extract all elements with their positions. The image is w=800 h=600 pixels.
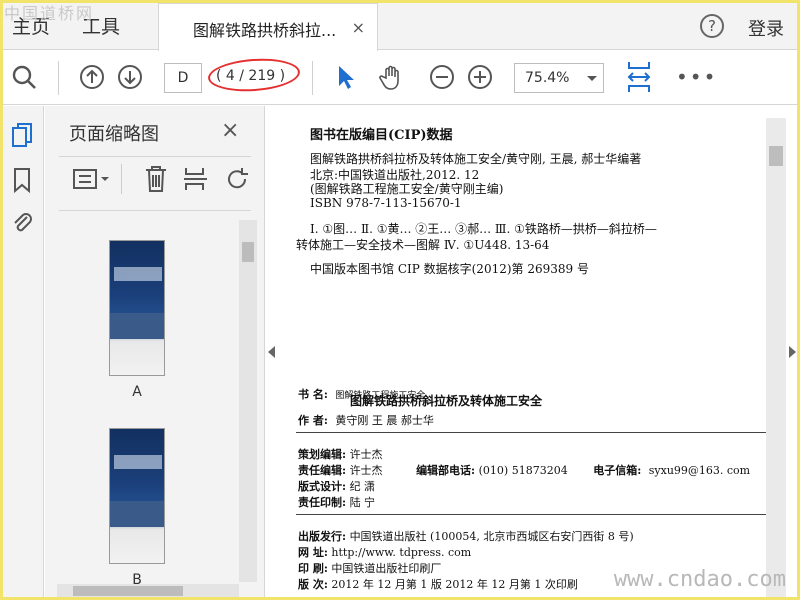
printer-name: 中国铁道出版社印刷厂 — [331, 562, 442, 575]
cip-number: 中国版本图书馆 CIP 数据核字(2012)第 269389 号 — [310, 262, 589, 276]
document-tab-title: 图解铁路拱桥斜拉... — [193, 21, 337, 40]
web-address: http://www. tdpress. com — [331, 546, 472, 559]
scrollbar-thumb[interactable] — [242, 242, 254, 262]
toolbar: D ( 4 / 219 ) 75.4% ••• — [0, 51, 800, 105]
planner-name: 许士杰 — [349, 448, 383, 461]
editor-name: 许士杰 — [349, 464, 383, 477]
document-scrollbar[interactable] — [766, 118, 786, 600]
menu-bar: 主页 工具 图解铁路拱桥斜拉... × ? 登录 — [0, 0, 800, 51]
email-address: syxu99@163. com — [648, 464, 751, 477]
cip-line: (图解铁路工程施工安全/黄守刚主编) — [310, 182, 504, 196]
editor-row: 责任编辑: 许士杰 编辑部电话: (010) 51873204 电子信箱: sy… — [298, 462, 750, 478]
page-number-input[interactable]: D — [164, 63, 202, 93]
page-thumbnails-icon[interactable] — [10, 122, 34, 150]
thumbnail-page-a[interactable]: A — [109, 240, 165, 400]
zoom-select[interactable]: 75.4% — [514, 63, 604, 93]
panel-divider — [59, 156, 251, 157]
thumbnail-image — [109, 240, 165, 376]
cip-line: 图解铁路拱桥斜拉桥及转体施工安全/黄守刚, 王晨, 郝士华编著 — [310, 152, 642, 166]
collapse-panel-icon[interactable] — [268, 346, 275, 358]
divider-line — [296, 432, 766, 433]
scrollbar-thumb[interactable] — [73, 586, 183, 596]
watermark-bottom-right: www.cndao.com — [613, 567, 786, 592]
attachment-icon[interactable] — [10, 208, 34, 236]
bookmark-icon[interactable] — [10, 166, 34, 194]
planner-label: 策划编辑: — [298, 448, 347, 461]
zoom-value: 75.4% — [525, 70, 570, 86]
cip-line: ISBN 978-7-113-15670-1 — [310, 196, 462, 210]
scrollbar-thumb[interactable] — [769, 146, 783, 166]
zoom-out-icon[interactable] — [428, 63, 456, 91]
edition-info: 2012 年 12 月第 1 版 2012 年 12 月第 1 次印刷 — [331, 578, 578, 591]
delete-page-icon[interactable] — [143, 164, 169, 194]
toolbar-separator — [312, 61, 313, 95]
toolbar-separator — [58, 61, 59, 95]
printer-label: 印 刷: — [298, 562, 328, 575]
web-row: 网 址: http://www. tdpress. com — [298, 544, 471, 560]
more-options-icon[interactable]: ••• — [676, 65, 717, 89]
select-cursor-icon[interactable] — [332, 63, 360, 91]
publisher-row: 出版发行: 中国铁道出版社 (100054, 北京市西城区右安门西街 8 号) — [298, 528, 634, 544]
edition-row: 版 次: 2012 年 12 月第 1 版 2012 年 12 月第 1 次印刷 — [298, 576, 578, 592]
author-label: 作 者: — [298, 414, 328, 427]
rotate-icon[interactable] — [225, 166, 251, 192]
left-icon-rail — [0, 106, 44, 600]
thumbnail-options-icon[interactable] — [73, 166, 111, 192]
thumbnail-horizontal-scrollbar[interactable] — [57, 584, 239, 598]
zoom-in-icon[interactable] — [466, 63, 494, 91]
phone-number: (010) 51873204 — [478, 464, 568, 477]
author-names: 黄守刚 王 晨 郝士华 — [335, 414, 434, 427]
book-title: 图解铁路拱桥斜拉桥及转体施工安全 — [350, 394, 543, 408]
thumbnail-page-b[interactable]: B — [109, 428, 165, 588]
print-row: 责任印制: 陆 宁 — [298, 494, 375, 510]
thumbnail-scrollbar[interactable] — [239, 220, 257, 582]
divider-line — [296, 514, 766, 515]
book-series-label: 书 名: — [298, 388, 328, 401]
cip-subject-line: 转体施工—安全技术—图解 Ⅳ. ①U448. 13-64 — [296, 238, 550, 252]
panel-title: 页面缩略图 — [69, 124, 159, 145]
publisher-label: 出版发行: — [298, 530, 347, 543]
thumbnails-panel: 页面缩略图 × A B — [45, 106, 265, 600]
printer-row: 印 刷: 中国铁道出版社印刷厂 — [298, 560, 441, 576]
phone-label: 编辑部电话: — [416, 464, 476, 477]
close-panel-icon[interactable]: × — [221, 118, 239, 143]
chevron-down-icon — [587, 76, 597, 81]
help-icon[interactable]: ? — [700, 14, 724, 38]
web-label: 网 址: — [298, 546, 328, 559]
planner-row: 策划编辑: 许士杰 — [298, 446, 383, 462]
fit-width-icon[interactable] — [624, 60, 654, 94]
editor-label: 责任编辑: — [298, 464, 347, 477]
watermark-top-left: 中国道桥网 — [4, 4, 95, 23]
cip-heading: 图书在版编目(CIP)数据 — [310, 128, 453, 143]
edition-label: 版 次: — [298, 578, 328, 591]
page-up-icon[interactable] — [78, 63, 106, 91]
red-annotation-ellipse — [206, 55, 302, 95]
cip-subject-line: Ⅰ. ①图… Ⅱ. ①黄… ②王… ③郝… Ⅲ. ①铁路桥—拱桥—斜拉桥— — [310, 222, 657, 236]
hand-tool-icon[interactable] — [378, 63, 406, 91]
thumbnail-image — [109, 428, 165, 564]
panel-tools-separator — [121, 164, 122, 194]
thumbnail-label: A — [132, 384, 142, 400]
print-label: 责任印制: — [298, 496, 347, 509]
document-tab[interactable]: 图解铁路拱桥斜拉... × — [158, 3, 378, 51]
design-row: 版式设计: 纪 潇 — [298, 478, 375, 494]
design-label: 版式设计: — [298, 480, 347, 493]
search-icon[interactable] — [10, 63, 38, 91]
expand-right-panel-icon[interactable] — [789, 346, 796, 358]
author-row: 作 者: 黄守刚 王 晨 郝士华 — [298, 412, 434, 428]
login-button[interactable]: 登录 — [748, 15, 784, 41]
close-tab-icon[interactable]: × — [352, 18, 365, 37]
design-name: 纪 潇 — [349, 480, 376, 493]
panel-divider — [59, 210, 251, 211]
email-label: 电子信箱: — [593, 464, 642, 477]
page-down-icon[interactable] — [116, 63, 144, 91]
print-name: 陆 宁 — [349, 496, 376, 509]
extract-page-icon[interactable] — [183, 166, 209, 192]
panel-tools — [69, 162, 269, 202]
publisher-info: 中国铁道出版社 (100054, 北京市西城区右安门西街 8 号) — [349, 530, 634, 543]
